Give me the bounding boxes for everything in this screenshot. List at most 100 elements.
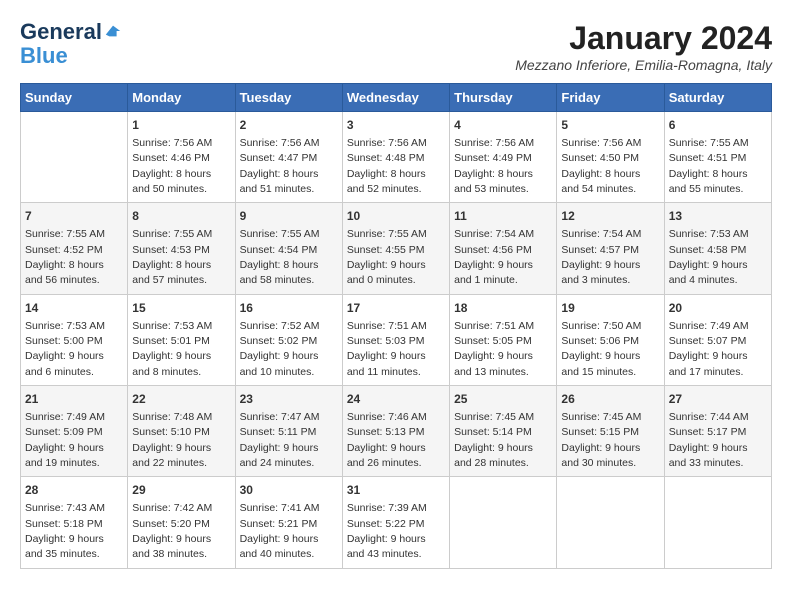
day-number: 24 bbox=[347, 391, 445, 408]
header-day-saturday: Saturday bbox=[664, 84, 771, 112]
day-number: 22 bbox=[132, 391, 230, 408]
day-number: 31 bbox=[347, 482, 445, 499]
calendar-table: SundayMondayTuesdayWednesdayThursdayFrid… bbox=[20, 83, 772, 569]
calendar-cell: 4Sunrise: 7:56 AM Sunset: 4:49 PM Daylig… bbox=[450, 112, 557, 203]
calendar-cell: 31 Sunrise: 7:39 AM Sunset: 5:22 PM Dayli… bbox=[342, 477, 449, 568]
calendar-cell: 10 Sunrise: 7:55 AM Sunset: 4:55 PM Dayli… bbox=[342, 203, 449, 294]
day-info: Sunrise: 7:43 AM Sunset: 5:18 PM Dayligh… bbox=[25, 502, 105, 560]
calendar-cell: 24 Sunrise: 7:46 AM Sunset: 5:13 PM Dayli… bbox=[342, 386, 449, 477]
header-day-wednesday: Wednesday bbox=[342, 84, 449, 112]
header-day-thursday: Thursday bbox=[450, 84, 557, 112]
calendar-cell: 30 Sunrise: 7:41 AM Sunset: 5:21 PM Dayli… bbox=[235, 477, 342, 568]
header-day-friday: Friday bbox=[557, 84, 664, 112]
header-day-sunday: Sunday bbox=[21, 84, 128, 112]
day-info: Sunrise: 7:54 AM Sunset: 4:57 PM Dayligh… bbox=[561, 228, 641, 286]
logo-icon bbox=[104, 22, 122, 40]
day-number: 18 bbox=[454, 300, 552, 317]
calendar-cell: 14Sunrise: 7:53 AM Sunset: 5:00 PM Dayli… bbox=[21, 294, 128, 385]
calendar-cell: 15 Sunrise: 7:53 AM Sunset: 5:01 PM Dayli… bbox=[128, 294, 235, 385]
page-header: General Blue January 2024 Mezzano Inferi… bbox=[20, 20, 772, 73]
day-number: 9 bbox=[240, 208, 338, 225]
day-info: Sunrise: 7:49 AM Sunset: 5:07 PM Dayligh… bbox=[669, 320, 749, 378]
calendar-cell: 20 Sunrise: 7:49 AM Sunset: 5:07 PM Dayli… bbox=[664, 294, 771, 385]
day-info: Sunrise: 7:55 AM Sunset: 4:54 PM Dayligh… bbox=[240, 228, 320, 286]
day-number: 4 bbox=[454, 117, 552, 134]
header-day-tuesday: Tuesday bbox=[235, 84, 342, 112]
day-number: 21 bbox=[25, 391, 123, 408]
day-number: 11 bbox=[454, 208, 552, 225]
day-number: 13 bbox=[669, 208, 767, 225]
logo-text-general: General bbox=[20, 20, 102, 44]
day-number: 25 bbox=[454, 391, 552, 408]
day-info: Sunrise: 7:46 AM Sunset: 5:13 PM Dayligh… bbox=[347, 411, 427, 469]
logo-text-blue: Blue bbox=[20, 44, 68, 68]
day-info: Sunrise: 7:56 AM Sunset: 4:46 PM Dayligh… bbox=[132, 137, 212, 195]
day-info: Sunrise: 7:48 AM Sunset: 5:10 PM Dayligh… bbox=[132, 411, 212, 469]
calendar-cell: 22 Sunrise: 7:48 AM Sunset: 5:10 PM Dayli… bbox=[128, 386, 235, 477]
calendar-cell: 7 Sunrise: 7:55 AM Sunset: 4:52 PM Daylig… bbox=[21, 203, 128, 294]
day-info: Sunrise: 7:55 AM Sunset: 4:52 PM Dayligh… bbox=[25, 228, 105, 286]
day-number: 1 bbox=[132, 117, 230, 134]
day-number: 2 bbox=[240, 117, 338, 134]
day-info: Sunrise: 7:55 AM Sunset: 4:51 PM Dayligh… bbox=[669, 137, 749, 195]
month-title: January 2024 bbox=[515, 20, 772, 57]
calendar-cell: 28Sunrise: 7:43 AM Sunset: 5:18 PM Dayli… bbox=[21, 477, 128, 568]
day-info: Sunrise: 7:39 AM Sunset: 5:22 PM Dayligh… bbox=[347, 502, 427, 560]
day-number: 26 bbox=[561, 391, 659, 408]
day-number: 6 bbox=[669, 117, 767, 134]
calendar-cell: 26 Sunrise: 7:45 AM Sunset: 5:15 PM Dayli… bbox=[557, 386, 664, 477]
calendar-cell: 23 Sunrise: 7:47 AM Sunset: 5:11 PM Dayli… bbox=[235, 386, 342, 477]
calendar-cell: 29Sunrise: 7:42 AM Sunset: 5:20 PM Dayli… bbox=[128, 477, 235, 568]
day-number: 17 bbox=[347, 300, 445, 317]
day-info: Sunrise: 7:47 AM Sunset: 5:11 PM Dayligh… bbox=[240, 411, 320, 469]
calendar-header: SundayMondayTuesdayWednesdayThursdayFrid… bbox=[21, 84, 772, 112]
day-info: Sunrise: 7:45 AM Sunset: 5:15 PM Dayligh… bbox=[561, 411, 641, 469]
day-info: Sunrise: 7:41 AM Sunset: 5:21 PM Dayligh… bbox=[240, 502, 320, 560]
day-info: Sunrise: 7:54 AM Sunset: 4:56 PM Dayligh… bbox=[454, 228, 534, 286]
week-row-2: 14Sunrise: 7:53 AM Sunset: 5:00 PM Dayli… bbox=[21, 294, 772, 385]
day-number: 16 bbox=[240, 300, 338, 317]
calendar-cell: 16Sunrise: 7:52 AM Sunset: 5:02 PM Dayli… bbox=[235, 294, 342, 385]
day-info: Sunrise: 7:51 AM Sunset: 5:03 PM Dayligh… bbox=[347, 320, 427, 378]
day-number: 7 bbox=[25, 208, 123, 225]
day-info: Sunrise: 7:51 AM Sunset: 5:05 PM Dayligh… bbox=[454, 320, 534, 378]
day-info: Sunrise: 7:42 AM Sunset: 5:20 PM Dayligh… bbox=[132, 502, 212, 560]
calendar-cell: 25 Sunrise: 7:45 AM Sunset: 5:14 PM Dayli… bbox=[450, 386, 557, 477]
calendar-cell: 6 Sunrise: 7:55 AM Sunset: 4:51 PM Daylig… bbox=[664, 112, 771, 203]
day-info: Sunrise: 7:56 AM Sunset: 4:48 PM Dayligh… bbox=[347, 137, 427, 195]
day-number: 23 bbox=[240, 391, 338, 408]
week-row-4: 28Sunrise: 7:43 AM Sunset: 5:18 PM Dayli… bbox=[21, 477, 772, 568]
calendar-cell bbox=[557, 477, 664, 568]
day-number: 12 bbox=[561, 208, 659, 225]
day-number: 8 bbox=[132, 208, 230, 225]
day-number: 30 bbox=[240, 482, 338, 499]
calendar-cell: 8 Sunrise: 7:55 AM Sunset: 4:53 PM Daylig… bbox=[128, 203, 235, 294]
day-number: 10 bbox=[347, 208, 445, 225]
calendar-body: 1 Sunrise: 7:56 AM Sunset: 4:46 PM Daylig… bbox=[21, 112, 772, 569]
calendar-cell: 19Sunrise: 7:50 AM Sunset: 5:06 PM Dayli… bbox=[557, 294, 664, 385]
logo: General Blue bbox=[20, 20, 122, 68]
week-row-3: 21 Sunrise: 7:49 AM Sunset: 5:09 PM Dayli… bbox=[21, 386, 772, 477]
day-info: Sunrise: 7:55 AM Sunset: 4:53 PM Dayligh… bbox=[132, 228, 212, 286]
calendar-cell: 5Sunrise: 7:56 AM Sunset: 4:50 PM Daylig… bbox=[557, 112, 664, 203]
calendar-cell: 21 Sunrise: 7:49 AM Sunset: 5:09 PM Dayli… bbox=[21, 386, 128, 477]
calendar-cell: 17 Sunrise: 7:51 AM Sunset: 5:03 PM Dayli… bbox=[342, 294, 449, 385]
calendar-cell: 18 Sunrise: 7:51 AM Sunset: 5:05 PM Dayli… bbox=[450, 294, 557, 385]
calendar-cell: 3 Sunrise: 7:56 AM Sunset: 4:48 PM Daylig… bbox=[342, 112, 449, 203]
day-number: 20 bbox=[669, 300, 767, 317]
day-number: 3 bbox=[347, 117, 445, 134]
day-info: Sunrise: 7:56 AM Sunset: 4:50 PM Dayligh… bbox=[561, 137, 641, 195]
day-number: 27 bbox=[669, 391, 767, 408]
day-info: Sunrise: 7:53 AM Sunset: 5:01 PM Dayligh… bbox=[132, 320, 212, 378]
day-info: Sunrise: 7:55 AM Sunset: 4:55 PM Dayligh… bbox=[347, 228, 427, 286]
calendar-cell: 12 Sunrise: 7:54 AM Sunset: 4:57 PM Dayli… bbox=[557, 203, 664, 294]
day-info: Sunrise: 7:45 AM Sunset: 5:14 PM Dayligh… bbox=[454, 411, 534, 469]
day-info: Sunrise: 7:49 AM Sunset: 5:09 PM Dayligh… bbox=[25, 411, 105, 469]
calendar-cell: 1 Sunrise: 7:56 AM Sunset: 4:46 PM Daylig… bbox=[128, 112, 235, 203]
calendar-cell: 27Sunrise: 7:44 AM Sunset: 5:17 PM Dayli… bbox=[664, 386, 771, 477]
day-number: 15 bbox=[132, 300, 230, 317]
header-row: SundayMondayTuesdayWednesdayThursdayFrid… bbox=[21, 84, 772, 112]
calendar-cell bbox=[664, 477, 771, 568]
location: Mezzano Inferiore, Emilia-Romagna, Italy bbox=[515, 57, 772, 73]
calendar-cell: 9 Sunrise: 7:55 AM Sunset: 4:54 PM Daylig… bbox=[235, 203, 342, 294]
